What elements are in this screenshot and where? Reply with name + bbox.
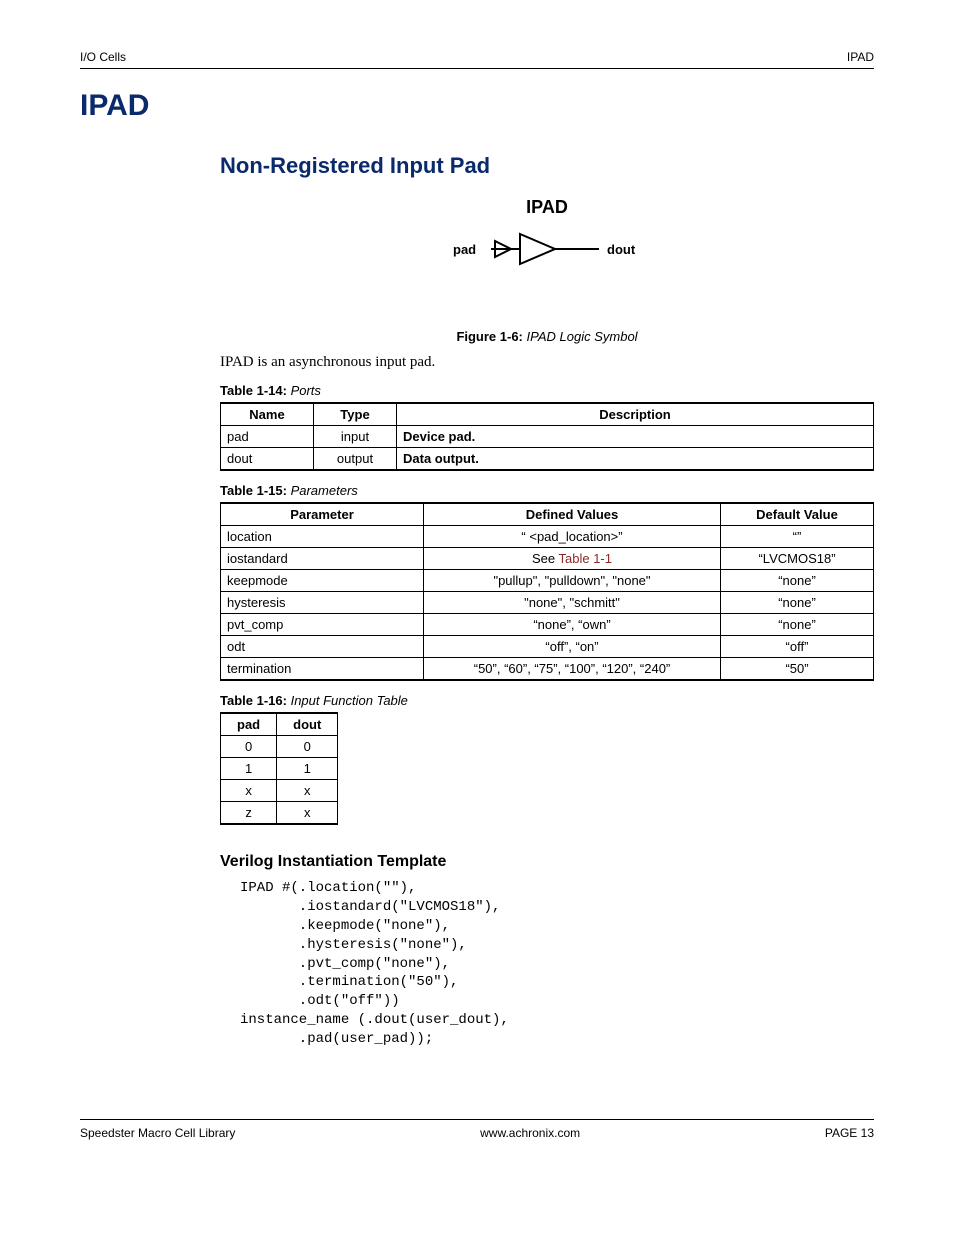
table-header-row: Parameter Defined Values Default Value (221, 503, 874, 526)
col-values: Defined Values (424, 503, 721, 526)
cell: “ <pad_location>” (424, 526, 721, 548)
cell: “none” (721, 592, 874, 614)
table-row: termination “50”, “60”, “75”, “100”, “12… (221, 658, 874, 681)
page-title: IPAD (80, 89, 874, 123)
func-caption-prefix: Table 1-16: (220, 693, 287, 708)
table-row: 1 1 (221, 758, 338, 780)
cell: pvt_comp (221, 614, 424, 636)
cell: x (277, 802, 338, 825)
figure-caption-prefix: Figure 1-6: (456, 329, 522, 344)
ports-caption: Table 1-14: Ports (220, 383, 874, 398)
cell: Device pad. (397, 426, 874, 448)
cell: x (221, 780, 277, 802)
params-caption: Table 1-15: Parameters (220, 483, 874, 498)
func-caption: Table 1-16: Input Function Table (220, 693, 874, 708)
cell: termination (221, 658, 424, 681)
cell: See Table 1-1 (424, 548, 721, 570)
page-footer: Speedster Macro Cell Library www.achroni… (80, 1119, 874, 1140)
table-header-row: pad dout (221, 713, 338, 736)
cell: “50” (721, 658, 874, 681)
cell: “none” (721, 614, 874, 636)
cell: input (314, 426, 397, 448)
col-pad: pad (221, 713, 277, 736)
func-table: pad dout 0 0 1 1 x x z x (220, 712, 338, 825)
col-type: Type (314, 403, 397, 426)
col-name: Name (221, 403, 314, 426)
subtitle: Non-Registered Input Pad (220, 153, 874, 179)
cell: 1 (221, 758, 277, 780)
cell-prefix: See (532, 551, 559, 566)
footer-right: PAGE 13 (825, 1126, 874, 1140)
table-link[interactable]: Table 1-1 (559, 551, 612, 566)
pin-right-label: dout (607, 242, 636, 257)
col-param: Parameter (221, 503, 424, 526)
table-row: x x (221, 780, 338, 802)
cell: odt (221, 636, 424, 658)
cell: iostandard (221, 548, 424, 570)
cell: pad (221, 426, 314, 448)
cell: “none” (721, 570, 874, 592)
figure-caption-text: IPAD Logic Symbol (527, 329, 638, 344)
cell: 1 (277, 758, 338, 780)
table-row: hysteresis "none", "schmitt" “none” (221, 592, 874, 614)
cell: z (221, 802, 277, 825)
col-desc: Description (397, 403, 874, 426)
table-row: keepmode "pullup", "pulldown", "none" “n… (221, 570, 874, 592)
footer-left: Speedster Macro Cell Library (80, 1126, 235, 1140)
table-row: dout output Data output. (221, 448, 874, 471)
cell: hysteresis (221, 592, 424, 614)
cell: “off”, “on” (424, 636, 721, 658)
cell: “none”, “own” (424, 614, 721, 636)
table-header-row: Name Type Description (221, 403, 874, 426)
header-right: IPAD (847, 50, 874, 64)
params-table: Parameter Defined Values Default Value l… (220, 502, 874, 681)
ports-caption-prefix: Table 1-14: (220, 383, 287, 398)
cell: "none", "schmitt" (424, 592, 721, 614)
col-default: Default Value (721, 503, 874, 526)
func-caption-text: Input Function Table (291, 693, 408, 708)
verilog-heading: Verilog Instantiation Template (220, 853, 874, 871)
table-row: location “ <pad_location>” “” (221, 526, 874, 548)
params-caption-text: Parameters (291, 483, 358, 498)
table-row: pvt_comp “none”, “own” “none” (221, 614, 874, 636)
verilog-code: IPAD #(.location(""), .iostandard("LVCMO… (240, 879, 874, 1049)
cell: location (221, 526, 424, 548)
cell: 0 (277, 736, 338, 758)
cell: keepmode (221, 570, 424, 592)
figure: IPAD pad dout (220, 197, 874, 279)
cell: output (314, 448, 397, 471)
ports-table: Name Type Description pad input Device p… (220, 402, 874, 471)
cell: “50”, “60”, “75”, “100”, “120”, “240” (424, 658, 721, 681)
cell: "pullup", "pulldown", "none" (424, 570, 721, 592)
table-row: pad input Device pad. (221, 426, 874, 448)
footer-center: www.achronix.com (235, 1126, 824, 1140)
cell: dout (221, 448, 314, 471)
intro-text: IPAD is an asynchronous input pad. (220, 354, 874, 371)
ports-caption-text: Ports (291, 383, 321, 398)
table-row: iostandard See Table 1-1 “LVCMOS18” (221, 548, 874, 570)
table-row: 0 0 (221, 736, 338, 758)
table-row: z x (221, 802, 338, 825)
page-header: I/O Cells IPAD (80, 50, 874, 69)
col-dout: dout (277, 713, 338, 736)
cell: “” (721, 526, 874, 548)
logic-symbol: pad dout (447, 224, 647, 279)
pin-left-label: pad (453, 242, 476, 257)
cell: x (277, 780, 338, 802)
content-area: Non-Registered Input Pad IPAD pad dout F… (220, 153, 874, 1049)
params-caption-prefix: Table 1-15: (220, 483, 287, 498)
figure-caption: Figure 1-6: IPAD Logic Symbol (220, 329, 874, 344)
ipad-symbol-icon: pad dout (447, 224, 647, 274)
figure-label: IPAD (220, 197, 874, 218)
table-row: odt “off”, “on” “off” (221, 636, 874, 658)
cell: “off” (721, 636, 874, 658)
cell: Data output. (397, 448, 874, 471)
cell: 0 (221, 736, 277, 758)
header-left: I/O Cells (80, 50, 126, 64)
cell: “LVCMOS18” (721, 548, 874, 570)
